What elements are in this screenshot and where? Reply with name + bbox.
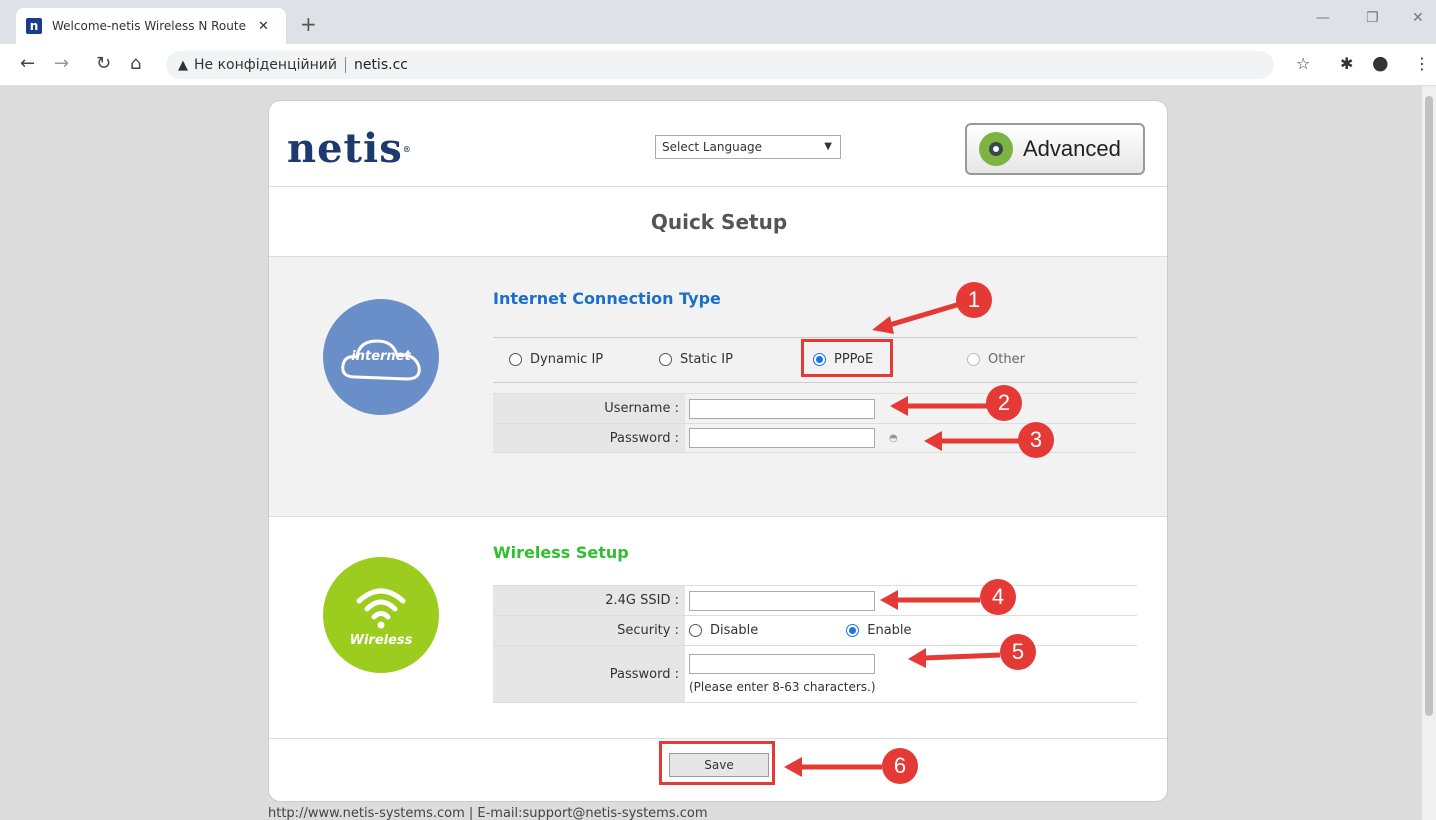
- radio-button[interactable]: [846, 624, 860, 637]
- internet-cloud-icon: internet: [323, 299, 439, 415]
- username-input[interactable]: [689, 398, 875, 419]
- radio-label: Other: [988, 352, 1025, 367]
- wifi-password-input[interactable]: [689, 654, 875, 674]
- browser-tab-bar: n Welcome-netis Wireless N Route ✕ + — ❐…: [0, 0, 1436, 44]
- home-icon[interactable]: ⌂: [130, 53, 141, 74]
- profile-icon[interactable]: ●: [1372, 52, 1389, 74]
- password-input[interactable]: [689, 428, 875, 448]
- wifi-icon-label: Wireless: [349, 632, 413, 648]
- radio-dynamic-ip[interactable]: Dynamic IP: [509, 352, 603, 367]
- restore-icon[interactable]: ❐: [1366, 10, 1379, 26]
- ssid-label: 2.4G SSID :: [493, 586, 685, 615]
- new-tab-icon[interactable]: +: [300, 12, 317, 36]
- radio-button[interactable]: [967, 353, 980, 366]
- radio-enable[interactable]: Enable: [846, 623, 912, 638]
- radio-other[interactable]: Other: [967, 352, 1025, 367]
- radio-button[interactable]: [659, 353, 672, 366]
- radio-static-ip[interactable]: Static IP: [659, 352, 733, 367]
- window-close-icon[interactable]: ✕: [1412, 10, 1424, 26]
- wireless-setup-heading: Wireless Setup: [493, 543, 629, 562]
- address-bar[interactable]: ▲ Не конфіденційний netis.cc: [166, 51, 1274, 79]
- ssid-row: 2.4G SSID :: [493, 585, 1137, 615]
- reload-icon[interactable]: ↻: [96, 53, 111, 74]
- wireless-form: 2.4G SSID : Security : Disable Enable Pa…: [493, 585, 1137, 703]
- language-select-value: Select Language: [662, 140, 763, 154]
- forward-icon[interactable]: →: [54, 53, 69, 74]
- title-row: Quick Setup: [269, 187, 1167, 257]
- page-title: Quick Setup: [650, 210, 788, 234]
- advanced-button[interactable]: Advanced: [965, 123, 1145, 175]
- browser-toolbar: ← → ↻ ⌂ ▲ Не конфіденційний netis.cc ☆ ✱…: [0, 44, 1436, 86]
- wifi-password-row: Password : (Please enter 8-63 characters…: [493, 645, 1137, 703]
- annotation-box-pppoe: [801, 339, 893, 377]
- radio-button[interactable]: [509, 353, 522, 366]
- password-hint: (Please enter 8-63 characters.): [689, 680, 876, 694]
- chevron-down-icon: ▼: [824, 141, 832, 152]
- url-text: netis.cc: [353, 57, 408, 73]
- annotation-marker-2: 2: [986, 385, 1022, 421]
- netis-favicon-icon: n: [26, 18, 42, 34]
- warning-icon: ▲: [178, 57, 188, 73]
- radio-label: Dynamic IP: [530, 352, 604, 367]
- page-header: netis® Select Language ▼ Advanced: [269, 101, 1167, 187]
- password-label: Password :: [493, 424, 685, 452]
- scroll-thumb[interactable]: [1425, 96, 1433, 716]
- ssid-input[interactable]: [689, 590, 875, 611]
- security-label: Security :: [493, 616, 685, 645]
- annotation-marker-4: 4: [980, 579, 1016, 615]
- eye-icon[interactable]: ◓: [889, 433, 898, 444]
- minimize-icon[interactable]: —: [1316, 10, 1330, 26]
- annotation-marker-1: 1: [956, 282, 992, 318]
- security-row: Security : Disable Enable: [493, 615, 1137, 645]
- logo-text: netis: [287, 125, 403, 172]
- wifi-icon: Wireless: [323, 557, 439, 673]
- wifi-password-label: Password :: [493, 646, 685, 702]
- menu-icon[interactable]: ⋮: [1414, 54, 1430, 73]
- language-select[interactable]: Select Language ▼: [655, 135, 841, 159]
- browser-tab[interactable]: n Welcome-netis Wireless N Route ✕: [16, 8, 286, 44]
- internet-section: internet Internet Connection Type Dynami…: [269, 257, 1167, 517]
- close-icon[interactable]: ✕: [258, 19, 269, 34]
- annotation-marker-5: 5: [1000, 634, 1036, 670]
- back-icon[interactable]: ←: [20, 53, 35, 74]
- gear-icon: [979, 132, 1013, 166]
- radio-label: Disable: [710, 623, 759, 638]
- logo-registered-mark: ®: [402, 144, 412, 154]
- annotation-box-save: [659, 741, 775, 785]
- radio-disable[interactable]: Disable: [689, 623, 758, 638]
- page-scrollbar[interactable]: [1422, 86, 1436, 820]
- annotation-marker-6: 6: [882, 748, 918, 784]
- internet-icon-label: internet: [351, 349, 411, 364]
- radio-label: Static IP: [680, 352, 733, 367]
- extensions-icon[interactable]: ✱: [1340, 54, 1353, 73]
- divider: [344, 57, 346, 73]
- wireless-section: Wireless Wireless Setup 2.4G SSID : Secu…: [269, 517, 1167, 739]
- username-label: Username :: [493, 394, 685, 423]
- netis-logo: netis®: [287, 129, 412, 169]
- tab-title: Welcome-netis Wireless N Route: [52, 19, 246, 33]
- username-row: Username :: [493, 393, 1137, 423]
- security-label: Не конфіденційний: [194, 57, 337, 73]
- radio-label: Enable: [867, 623, 912, 638]
- internet-connection-heading: Internet Connection Type: [493, 289, 721, 308]
- annotation-marker-3: 3: [1018, 422, 1054, 458]
- radio-button[interactable]: [689, 624, 702, 637]
- advanced-button-label: Advanced: [1023, 136, 1121, 161]
- star-icon[interactable]: ☆: [1296, 54, 1310, 73]
- contact-footer: http://www.netis-systems.com | E-mail:su…: [268, 806, 708, 820]
